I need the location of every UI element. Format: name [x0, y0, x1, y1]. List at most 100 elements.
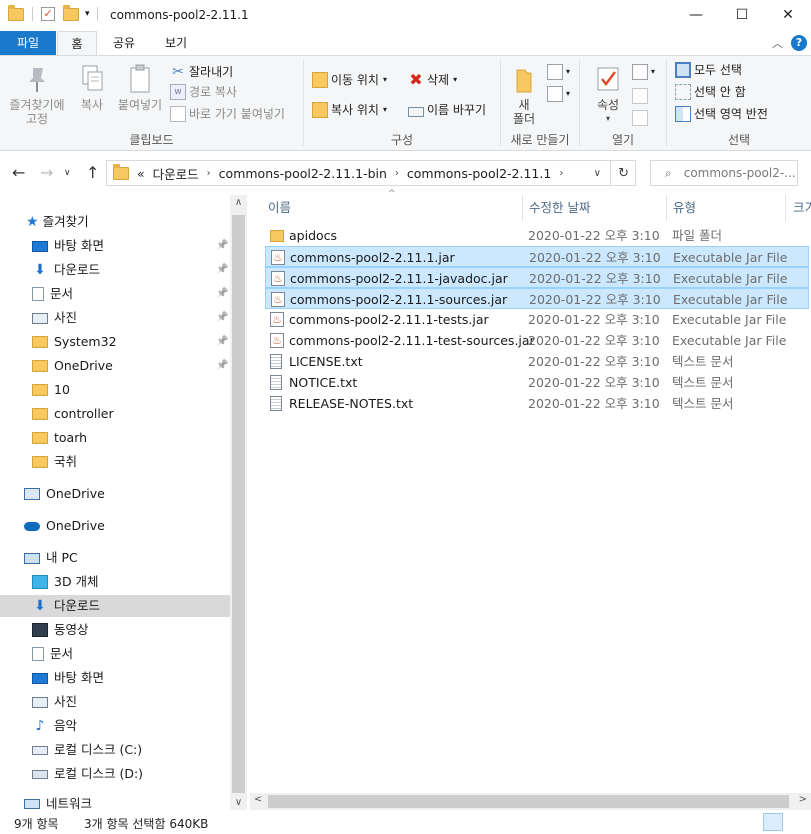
tab-view[interactable]: 보기 [156, 31, 196, 55]
address-dropdown-chevron-icon[interactable]: ∨ [594, 168, 601, 179]
properties-button[interactable]: 속성 ▾ [590, 64, 626, 126]
paste-shortcut-button[interactable]: 바로 가기 붙여넣기 [170, 104, 285, 124]
maximize-button[interactable]: ☐ [719, 0, 765, 31]
nav-quick-access[interactable]: ★ 즐겨찾기 [26, 211, 89, 233]
select-all-button[interactable]: 모두 선택 [675, 60, 742, 80]
tab-share[interactable]: 공유 [104, 31, 144, 55]
copy-button[interactable]: 복사 [74, 64, 110, 112]
forward-arrow-icon[interactable]: → [40, 163, 53, 182]
column-divider[interactable] [785, 195, 786, 221]
file-row[interactable]: ♨ commons-pool2-2.11.1-sources.jar 2020-01… [265, 288, 809, 309]
tab-file[interactable]: 파일 [0, 31, 56, 55]
breadcrumb-chevron-icon[interactable]: › [207, 168, 211, 179]
breadcrumb-downloads[interactable]: 다운로드 [153, 164, 199, 183]
scroll-left-arrow-icon[interactable]: < [254, 794, 262, 805]
details-view-icon[interactable] [763, 813, 783, 831]
history-button[interactable] [632, 108, 651, 128]
nav-pc-item[interactable]: ⬇ 다운로드 [0, 595, 230, 617]
nav-pc-item[interactable]: 동영상 [32, 619, 89, 641]
new-folder-quick-icon[interactable] [63, 4, 79, 21]
minimize-button[interactable]: — [673, 0, 719, 31]
select-none-button[interactable]: 선택 안 함 [675, 82, 746, 102]
open-with-button[interactable]: ▾ [632, 62, 655, 82]
address-bar[interactable]: « 다운로드 › commons-pool2-2.11.1-bin › comm… [106, 160, 636, 186]
column-header-type[interactable]: 유형 [673, 195, 696, 221]
nav-pc-item[interactable]: 3D 개체 [32, 571, 99, 593]
nav-pinned-item[interactable]: 사진 📌 [32, 307, 228, 329]
nav-pc-item[interactable]: 문서 [32, 643, 73, 665]
paste-button[interactable]: 붙여넣기 [114, 64, 166, 112]
column-header-name[interactable]: 이름 [268, 195, 291, 221]
pin-icon[interactable]: 📌 [216, 355, 228, 377]
nav-pc-item[interactable]: 사진 [32, 691, 77, 713]
move-to-button[interactable]: 이동 위치 ▾ [312, 70, 387, 90]
refresh-icon[interactable]: ↻ [618, 166, 629, 181]
copy-to-button[interactable]: 복사 위치 ▾ [312, 100, 387, 120]
new-folder-button[interactable]: 새 폴더 [509, 64, 539, 126]
nav-pc-item[interactable]: 바탕 화면 [32, 667, 104, 689]
pin-icon[interactable]: 📌 [216, 235, 228, 257]
file-row[interactable]: ♨ commons-pool2-2.11.1.jar 2020-01-22 오후 3… [265, 246, 809, 267]
nav-vertical-scrollbar[interactable]: ∧ ∨ [230, 195, 247, 810]
scrollbar-thumb[interactable] [268, 795, 789, 808]
nav-pinned-item[interactable]: 바탕 화면 📌 [32, 235, 228, 257]
invert-selection-button[interactable]: 선택 영역 반전 [675, 104, 768, 124]
scrollbar-thumb[interactable] [232, 215, 245, 793]
column-header-modified[interactable]: 수정한 날짜 [529, 195, 590, 221]
search-input[interactable]: ⌕ commons-pool2-... [650, 160, 798, 186]
file-row[interactable]: ♨ commons-pool2-2.11.1-tests.jar 2020-01-2… [265, 309, 809, 330]
customize-toolbar-chevron-icon[interactable]: ▾ [85, 9, 90, 19]
delete-button[interactable]: ✖ 삭제 ▾ [408, 70, 457, 90]
easy-access-button[interactable]: ▾ [547, 84, 570, 104]
cut-button[interactable]: ✂ 잘라내기 [170, 62, 233, 82]
nav-pinned-item[interactable]: OneDrive 📌 [32, 355, 228, 377]
column-divider[interactable] [666, 195, 667, 221]
file-row[interactable]: ♨ commons-pool2-2.11.1-test-sources.jar 20… [265, 330, 809, 351]
file-horizontal-scrollbar[interactable]: < > [250, 793, 811, 810]
nav-onedrive-2[interactable]: OneDrive [24, 515, 105, 537]
properties-quick-icon[interactable]: ✓ [41, 7, 55, 21]
nav-network[interactable]: 네트워크 [24, 793, 92, 810]
file-row[interactable]: LICENSE.txt 2020-01-22 오후 3:10 텍스트 문서 [265, 351, 809, 372]
tab-home[interactable]: 홈 [57, 31, 97, 56]
close-button[interactable]: ✕ [765, 0, 811, 31]
file-row[interactable]: RELEASE-NOTES.txt 2020-01-22 오후 3:10 텍스트 문… [265, 393, 809, 414]
rename-button[interactable]: 이름 바꾸기 [408, 100, 486, 120]
up-arrow-icon[interactable]: ↑ [86, 163, 99, 182]
back-arrow-icon[interactable]: ← [12, 163, 25, 182]
pin-quick-access-button[interactable]: 즐겨찾기에 고정 [4, 64, 70, 126]
scroll-down-arrow-icon[interactable]: ∨ [230, 797, 247, 808]
breadcrumb-chevron-icon[interactable]: › [559, 168, 563, 179]
nav-pinned-item[interactable]: System32 📌 [32, 331, 228, 353]
nav-pc-item[interactable]: 로컬 디스크 (D:) [32, 763, 143, 785]
breadcrumb-chevron-icon[interactable]: › [395, 168, 399, 179]
nav-recent-item[interactable]: 10 [32, 379, 70, 401]
pin-icon[interactable]: 📌 [216, 307, 228, 329]
new-item-button[interactable]: ▾ [547, 62, 570, 82]
file-row[interactable]: apidocs 2020-01-22 오후 3:10 파일 폴더 [265, 225, 809, 246]
nav-pc-item[interactable]: ♪ 음악 [32, 715, 77, 737]
large-icons-view-icon[interactable] [787, 813, 807, 831]
column-header-size[interactable]: 크기 [793, 195, 811, 221]
breadcrumb-overflow[interactable]: « [137, 166, 145, 181]
help-icon[interactable]: ? [791, 35, 807, 51]
pin-icon[interactable]: 📌 [216, 283, 228, 305]
collapse-ribbon-icon[interactable]: ︿ [772, 35, 783, 51]
nav-onedrive-1[interactable]: OneDrive [24, 483, 105, 505]
breadcrumb-bin[interactable]: commons-pool2-2.11.1-bin [219, 166, 387, 181]
nav-pinned-item[interactable]: 문서 📌 [32, 283, 228, 305]
nav-pinned-item[interactable]: ⬇ 다운로드 📌 [32, 259, 228, 281]
pin-icon[interactable]: 📌 [216, 331, 228, 353]
copy-path-button[interactable]: W 경로 복사 [170, 82, 237, 102]
column-divider[interactable] [522, 195, 523, 221]
nav-recent-item[interactable]: controller [32, 403, 114, 425]
pin-icon[interactable]: 📌 [216, 259, 228, 281]
scroll-right-arrow-icon[interactable]: > [799, 794, 807, 805]
scroll-up-arrow-icon[interactable]: ∧ [230, 197, 247, 208]
nav-recent-item[interactable]: toarh [32, 427, 87, 449]
nav-this-pc[interactable]: 내 PC [24, 547, 78, 569]
file-row[interactable]: ♨ commons-pool2-2.11.1-javadoc.jar 2020-01… [265, 267, 809, 288]
breadcrumb-current[interactable]: commons-pool2-2.11.1 [407, 166, 551, 181]
nav-pc-item[interactable]: 로컬 디스크 (C:) [32, 739, 142, 761]
nav-recent-item[interactable]: 국취 [32, 451, 77, 473]
